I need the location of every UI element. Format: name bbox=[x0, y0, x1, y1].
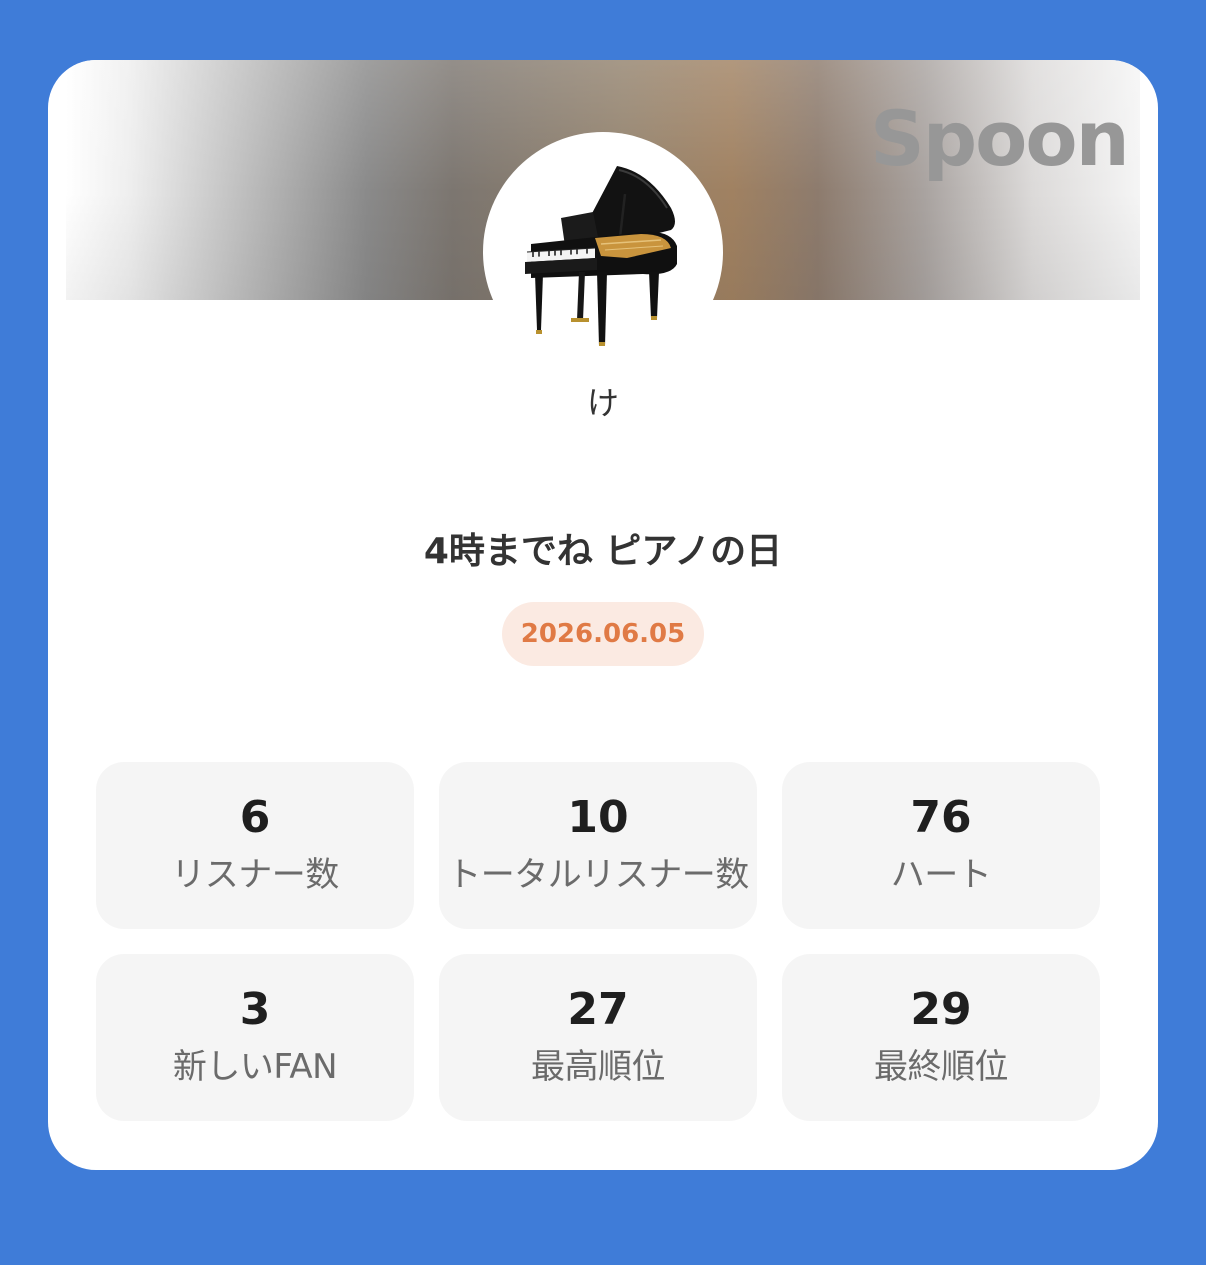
stat-value: 3 bbox=[239, 984, 271, 1035]
stat-value: 29 bbox=[910, 984, 972, 1035]
stat-label: リスナー数 bbox=[171, 855, 339, 895]
stat-value: 10 bbox=[567, 792, 629, 843]
stat-card-total-listeners: 10 トータルリスナー数 bbox=[439, 762, 757, 929]
grand-piano-icon bbox=[525, 166, 677, 346]
stat-value: 6 bbox=[239, 792, 271, 843]
date-text: 2026.06.05 bbox=[520, 619, 686, 649]
broadcast-summary-card: Spoon け 4時までね ピアノの日 2026.06.05 6 リスナー数 1… bbox=[48, 60, 1158, 1170]
stat-label: トータルリスナー数 bbox=[447, 855, 749, 895]
stat-label: 最高順位 bbox=[531, 1047, 666, 1087]
stat-card-final-rank: 29 最終順位 bbox=[782, 954, 1100, 1121]
stat-card-highest-rank: 27 最高順位 bbox=[439, 954, 757, 1121]
stat-card-new-fans: 3 新しいFAN bbox=[96, 954, 414, 1121]
stat-card-hearts: 76 ハート bbox=[782, 762, 1100, 929]
stat-label: ハート bbox=[890, 855, 992, 895]
stat-label: 新しいFAN bbox=[172, 1047, 338, 1087]
avatar[interactable] bbox=[483, 132, 723, 372]
broadcast-title: 4時までね ピアノの日 bbox=[423, 531, 783, 572]
stat-label: 最終順位 bbox=[874, 1047, 1009, 1087]
stat-value: 27 bbox=[567, 984, 629, 1035]
stats-grid: 6 リスナー数 10 トータルリスナー数 76 ハート 3 新しいFAN 27 … bbox=[96, 762, 1100, 1121]
stat-card-listeners: 6 リスナー数 bbox=[96, 762, 414, 929]
date-badge: 2026.06.05 bbox=[502, 602, 704, 666]
stat-value: 76 bbox=[910, 792, 972, 843]
username: け bbox=[586, 384, 619, 422]
spoon-logo: Spoon bbox=[870, 94, 1130, 183]
